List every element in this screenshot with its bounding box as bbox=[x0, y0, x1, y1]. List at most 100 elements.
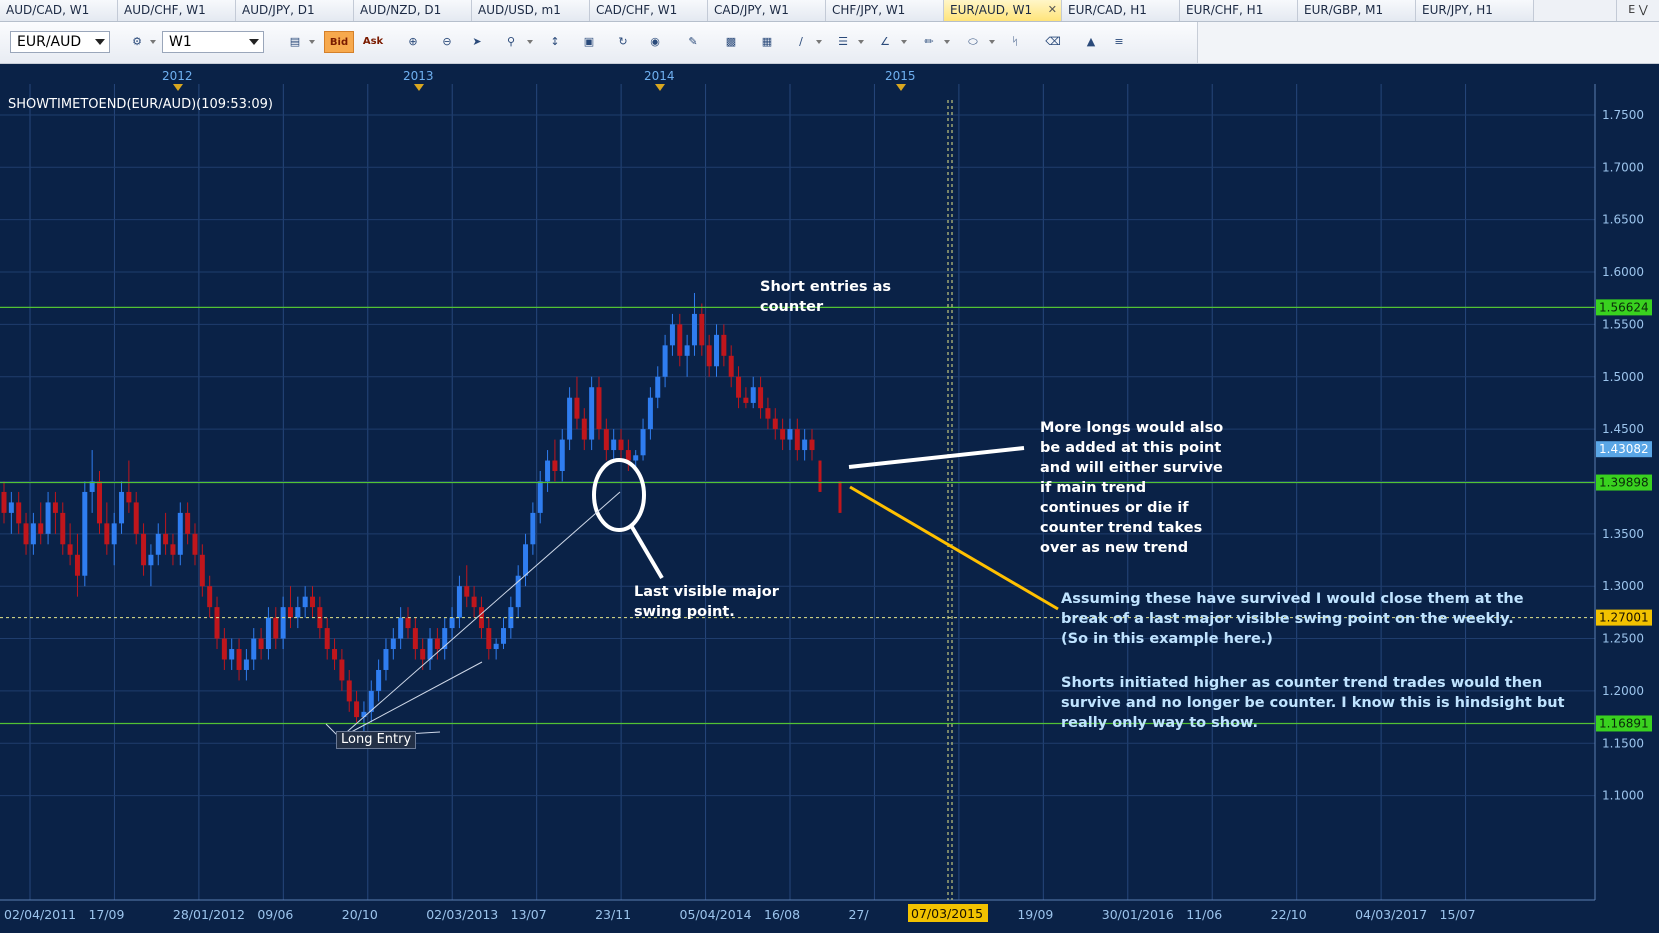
chevron-down-icon[interactable] bbox=[150, 40, 156, 44]
tab-eur-aud-w1[interactable]: EUR/AUD, W1 ✕ bbox=[944, 0, 1062, 21]
candle-body bbox=[728, 355, 734, 377]
candle-body bbox=[567, 397, 573, 440]
symbol-select[interactable]: EUR/AUD bbox=[10, 31, 110, 53]
tab-eur-cad-h1[interactable]: EUR/CAD, H1 bbox=[1062, 0, 1180, 21]
tab-label: EUR/JPY, H1 bbox=[1422, 3, 1493, 17]
tab-aud-chf-w1[interactable]: AUD/CHF, W1 bbox=[118, 0, 236, 21]
candle-body bbox=[684, 345, 690, 356]
magnifier-icon[interactable]: ⚲ bbox=[500, 31, 522, 53]
crosshair-price-label: 1.27001 bbox=[1599, 611, 1649, 625]
candle-body bbox=[207, 586, 213, 608]
image-icon[interactable]: ▩ bbox=[720, 31, 742, 53]
chevron-down-icon[interactable] bbox=[944, 40, 950, 44]
ruler-icon[interactable]: ✎ bbox=[682, 31, 704, 53]
candle-body bbox=[265, 617, 271, 650]
candle-body bbox=[16, 502, 22, 524]
candle-body bbox=[574, 397, 580, 419]
candle-body bbox=[302, 596, 308, 608]
tab-chf-jpy-w1[interactable]: CHF/JPY, W1 bbox=[826, 0, 944, 21]
tab-aud-nzd-d1[interactable]: AUD/NZD, D1 bbox=[354, 0, 472, 21]
candle-body bbox=[581, 418, 587, 440]
more-icon[interactable]: ≡ bbox=[1108, 31, 1130, 53]
chevron-down-icon[interactable] bbox=[858, 40, 864, 44]
manual-bar bbox=[838, 481, 842, 513]
candle-body bbox=[67, 544, 73, 555]
x-tick-label: 04/03/2017 bbox=[1355, 907, 1427, 922]
candle-body bbox=[52, 502, 58, 513]
candle-body bbox=[38, 523, 44, 534]
fibonacci-icon[interactable]: ∠ bbox=[874, 31, 896, 53]
chevron-down-icon[interactable] bbox=[989, 40, 995, 44]
close-icon[interactable]: ✕ bbox=[1048, 0, 1057, 20]
tab-overflow-button[interactable]: E ⋁ bbox=[1616, 0, 1659, 21]
chevron-down-icon[interactable] bbox=[901, 40, 907, 44]
y-tick-label: 1.2500 bbox=[1602, 632, 1644, 646]
x-tick-label: 02/03/2013 bbox=[426, 907, 498, 922]
chevron-down-icon[interactable] bbox=[309, 40, 315, 44]
tab-label: AUD/NZD, D1 bbox=[360, 3, 442, 17]
price-tag-label: 1.56624 bbox=[1599, 300, 1649, 314]
candle-body bbox=[559, 439, 565, 471]
refresh-icon[interactable]: ↻ bbox=[612, 31, 634, 53]
y-tick-label: 1.4500 bbox=[1602, 422, 1644, 436]
candle-body bbox=[111, 523, 117, 545]
x-tick-label: 13/07 bbox=[511, 907, 547, 922]
tab-eur-gbp-m1[interactable]: EUR/GBP, M1 bbox=[1298, 0, 1416, 21]
tab-cad-jpy-w1[interactable]: CAD/JPY, W1 bbox=[708, 0, 826, 21]
chart-type-icon[interactable]: ▤ bbox=[284, 31, 306, 53]
globe-icon[interactable]: ◉ bbox=[644, 31, 666, 53]
timeframe-select[interactable]: W1 bbox=[162, 31, 264, 53]
note-line: break of a last major visible swing poin… bbox=[1061, 611, 1514, 627]
candle-body bbox=[596, 387, 602, 430]
ask-button[interactable]: Ask bbox=[358, 31, 388, 53]
candle-body bbox=[456, 586, 462, 618]
cursor-icon[interactable]: ➤ bbox=[466, 31, 488, 53]
screenshot-icon[interactable]: ▣ bbox=[578, 31, 600, 53]
note-line: Shorts initiated higher as counter trend… bbox=[1061, 675, 1543, 691]
current-price-label: 1.43082 bbox=[1599, 442, 1649, 456]
candle-body bbox=[280, 607, 286, 639]
candle-body bbox=[603, 429, 609, 451]
bid-button[interactable]: Bid bbox=[324, 31, 354, 53]
candle-body bbox=[809, 439, 815, 451]
vertical-scale-icon[interactable]: ↕ bbox=[544, 31, 566, 53]
pencil-icon[interactable]: ✏ bbox=[918, 31, 940, 53]
y-tick-label: 1.7000 bbox=[1602, 160, 1644, 174]
candle-body bbox=[449, 617, 455, 629]
drawing-tools-icon[interactable]: ∕ bbox=[790, 31, 812, 53]
candle-body bbox=[82, 491, 88, 576]
candle-body bbox=[45, 502, 51, 534]
candle-body bbox=[412, 628, 418, 650]
candle-body bbox=[669, 324, 675, 346]
ellipse-icon[interactable]: ⬭ bbox=[962, 31, 984, 53]
layout-icon[interactable]: ▲ bbox=[1080, 31, 1102, 53]
template-icon[interactable]: ▦ bbox=[756, 31, 778, 53]
timeframe-select-value: W1 bbox=[169, 34, 192, 50]
price-chart[interactable]: 1.10001.15001.20001.25001.30001.35001.40… bbox=[0, 64, 1659, 933]
symbol-select-value: EUR/AUD bbox=[17, 34, 82, 50]
indicator-icon[interactable]: ⚙ bbox=[126, 31, 148, 53]
note-line: counter trend takes bbox=[1040, 520, 1203, 536]
tab-aud-cad-w1[interactable]: AUD/CAD, W1 bbox=[0, 0, 118, 21]
crosshair-date-label: 07/03/2015 bbox=[911, 906, 983, 921]
candle-body bbox=[251, 638, 257, 660]
lines-icon[interactable]: ☰ bbox=[832, 31, 854, 53]
tab-aud-usd-m1[interactable]: AUD/USD, m1 bbox=[472, 0, 590, 21]
zoom-out-icon[interactable]: ⊖ bbox=[436, 31, 458, 53]
chevron-down-icon[interactable] bbox=[816, 40, 822, 44]
tab-aud-jpy-d1[interactable]: AUD/JPY, D1 bbox=[236, 0, 354, 21]
eraser-icon[interactable]: ⌫ bbox=[1042, 31, 1064, 53]
tab-eur-chf-h1[interactable]: EUR/CHF, H1 bbox=[1180, 0, 1298, 21]
chevron-down-icon[interactable] bbox=[527, 40, 533, 44]
candlestick bbox=[589, 376, 595, 451]
chevron-down-icon bbox=[249, 39, 259, 45]
zoom-in-icon[interactable]: ⊕ bbox=[402, 31, 424, 53]
candle-body bbox=[60, 512, 66, 545]
tab-eur-jpy-h1[interactable]: EUR/JPY, H1 bbox=[1416, 0, 1534, 21]
y-tick-label: 1.1000 bbox=[1602, 789, 1644, 803]
text-tool-icon[interactable]: ᛋ bbox=[1004, 31, 1026, 53]
tab-cad-chf-w1[interactable]: CAD/CHF, W1 bbox=[590, 0, 708, 21]
x-tick-label: 28/01/2012 bbox=[173, 907, 245, 922]
candle-body bbox=[736, 376, 742, 398]
candle-body bbox=[390, 638, 396, 650]
